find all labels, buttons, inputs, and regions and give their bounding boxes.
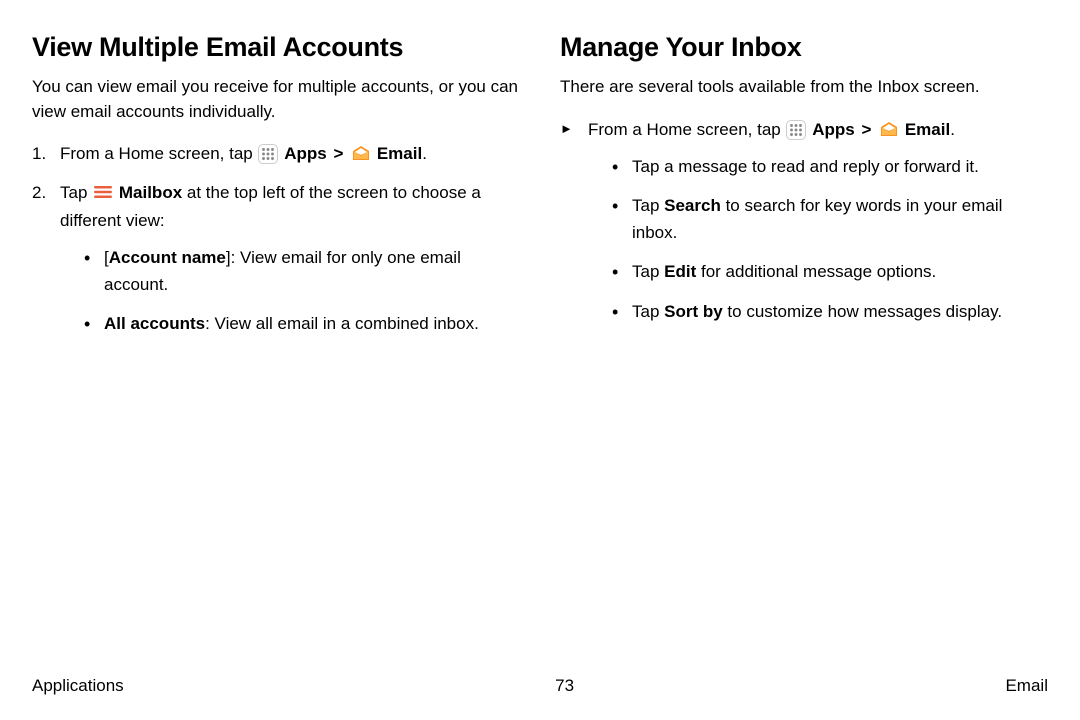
tool-sortby-pre: Tap	[632, 302, 664, 321]
intro-left: You can view email you receive for multi…	[32, 75, 520, 124]
step-2: Tap Mailbox at the top left of the scree…	[32, 179, 520, 337]
sub-all-accounts: All accounts: View all email in a combin…	[84, 310, 520, 337]
step-right-1: From a Home screen, tap Apps >	[560, 116, 1048, 325]
mailbox-icon	[94, 185, 112, 199]
page-content: View Multiple Email Accounts You can vie…	[0, 0, 1080, 349]
account-name-label: Account name	[109, 248, 226, 267]
steps-right: From a Home screen, tap Apps >	[560, 116, 1048, 325]
heading-manage-inbox: Manage Your Inbox	[560, 32, 1048, 63]
footer-page-number: 73	[555, 676, 574, 696]
tool-search-bold: Search	[664, 196, 721, 215]
tool-edit-pre: Tap	[632, 262, 664, 281]
tool-edit-post: for additional message options.	[696, 262, 936, 281]
step-right-post: .	[950, 120, 955, 139]
apps-icon	[258, 144, 278, 164]
chevron-right-icon: >	[861, 120, 871, 139]
tool-sortby-bold: Sort by	[664, 302, 723, 321]
chevron-right-icon: >	[333, 144, 343, 163]
tool-edit-bold: Edit	[664, 262, 696, 281]
page-footer: Applications 73 Email	[32, 676, 1048, 696]
left-column: View Multiple Email Accounts You can vie…	[32, 32, 520, 349]
inbox-tools: Tap a message to read and reply or forwa…	[588, 153, 1048, 325]
tool-search-pre: Tap	[632, 196, 664, 215]
email-icon	[351, 143, 371, 163]
right-column: Manage Your Inbox There are several tool…	[560, 32, 1048, 349]
tool-edit: Tap Edit for additional message options.	[612, 258, 1048, 285]
apps-label: Apps	[812, 120, 855, 139]
step-right-pre: From a Home screen, tap	[588, 120, 785, 139]
tool-search: Tap Search to search for key words in yo…	[612, 192, 1048, 246]
heading-view-multiple: View Multiple Email Accounts	[32, 32, 520, 63]
email-label: Email	[905, 120, 950, 139]
step-2-sublist: [Account name]: View email for only one …	[60, 244, 520, 338]
apps-icon	[786, 120, 806, 140]
all-accounts-label: All accounts	[104, 314, 205, 333]
step-2-pre: Tap	[60, 183, 92, 202]
tool-sortby-post: to customize how messages display.	[723, 302, 1002, 321]
sub-all-accounts-text: : View all email in a combined inbox.	[205, 314, 479, 333]
intro-right: There are several tools available from t…	[560, 75, 1048, 100]
footer-section: Applications	[32, 676, 124, 696]
footer-topic: Email	[1005, 676, 1048, 696]
apps-label: Apps	[284, 144, 327, 163]
step-1: From a Home screen, tap Apps >	[32, 140, 520, 167]
sub-account-name: [Account name]: View email for only one …	[84, 244, 520, 298]
step-1-pre: From a Home screen, tap	[60, 144, 257, 163]
tool-sortby: Tap Sort by to customize how messages di…	[612, 298, 1048, 325]
email-label: Email	[377, 144, 422, 163]
tool-read: Tap a message to read and reply or forwa…	[612, 153, 1048, 180]
mailbox-label: Mailbox	[119, 183, 182, 202]
steps-left: From a Home screen, tap Apps >	[32, 140, 520, 337]
email-icon	[879, 119, 899, 139]
step-1-post: .	[422, 144, 427, 163]
